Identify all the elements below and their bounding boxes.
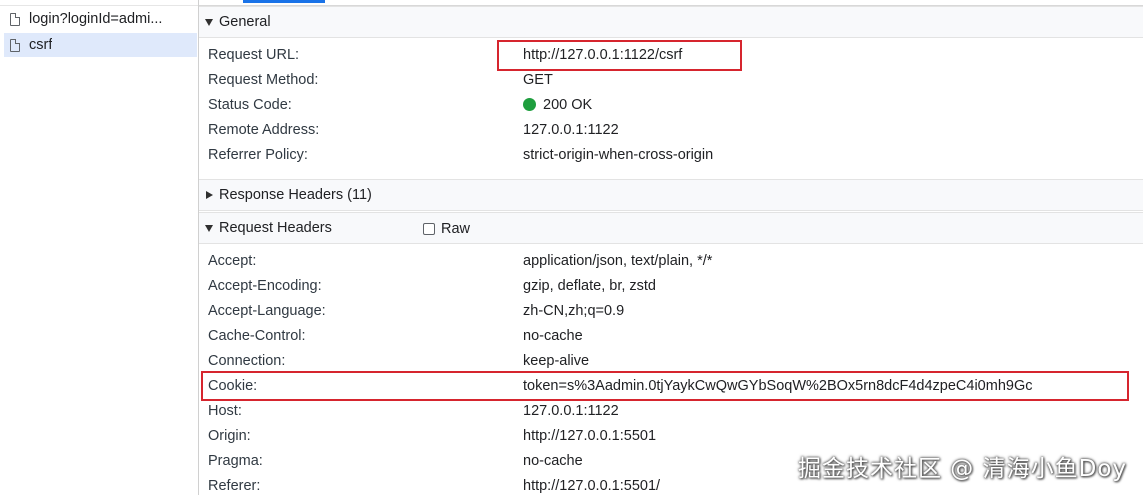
status-ok-icon: [523, 97, 536, 111]
header-value: application/json, text/plain, */*: [523, 252, 713, 269]
devtools-network-panel: login?loginId=admi... csrf General Reque…: [0, 0, 1143, 495]
request-header-row: Origin: http://127.0.0.1:5501: [199, 423, 1143, 448]
section-title: General: [219, 14, 271, 30]
general-row-status-code: Status Code: 200 OK: [199, 92, 1143, 117]
raw-checkbox[interactable]: [423, 223, 435, 235]
status-value: 200 OK: [523, 97, 592, 113]
watermark: 掘金技术社区 @ 清海小鱼Doy: [797, 456, 1127, 482]
section-response-headers-header[interactable]: Response Headers (11): [199, 179, 1143, 211]
active-tab-indicator: [243, 0, 325, 3]
highlight-box-cookie: [201, 371, 1129, 401]
expand-arrow-icon: [205, 18, 213, 26]
request-header-row: Connection: keep-alive: [199, 348, 1143, 373]
header-value: keep-alive: [523, 352, 590, 369]
header-key: Pragma:: [208, 452, 263, 469]
header-key: Remote Address:: [208, 121, 320, 138]
header-value: no-cache: [523, 452, 583, 469]
header-value: GET: [523, 71, 553, 88]
section-title: Request Headers: [219, 220, 332, 236]
expand-arrow-icon: [205, 224, 213, 232]
section-title: Response Headers (11): [219, 187, 372, 203]
header-value: no-cache: [523, 327, 583, 344]
header-key: Host:: [208, 402, 242, 419]
request-header-row: Accept-Language: zh-CN,zh;q=0.9: [199, 298, 1143, 323]
header-value: 127.0.0.1:1122: [523, 121, 619, 138]
header-key: Referer:: [208, 477, 261, 494]
document-icon: [10, 38, 20, 52]
header-key: Status Code:: [208, 96, 292, 113]
general-row-remote-address: Remote Address: 127.0.0.1:1122: [199, 117, 1143, 142]
header-value: 127.0.0.1:1122: [523, 402, 619, 419]
header-key: Accept-Encoding:: [208, 277, 322, 294]
headers-detail-pane: General Request URL: http://127.0.0.1:11…: [199, 0, 1143, 495]
raw-toggle[interactable]: Raw: [423, 221, 470, 237]
header-value: http://127.0.0.1:5501: [523, 427, 657, 444]
divider: [0, 5, 198, 6]
header-value: http://127.0.0.1:5501/: [523, 477, 661, 494]
request-header-row: Accept-Encoding: gzip, deflate, br, zstd: [199, 273, 1143, 298]
request-header-row: Host: 127.0.0.1:1122: [199, 398, 1143, 423]
general-row-referrer-policy: Referrer Policy: strict-origin-when-cros…: [199, 142, 1143, 167]
header-key: Connection:: [208, 352, 286, 369]
header-key: Origin:: [208, 427, 251, 444]
header-value: strict-origin-when-cross-origin: [523, 146, 714, 163]
header-key: Request Method:: [208, 71, 319, 88]
request-header-row: Cache-Control: no-cache: [199, 323, 1143, 348]
request-item-name: login?loginId=admi...: [29, 11, 163, 27]
header-key: Referrer Policy:: [208, 146, 308, 163]
collapse-arrow-icon: [206, 191, 213, 199]
request-item-csrf[interactable]: csrf: [4, 33, 197, 57]
section-request-headers-header[interactable]: Request Headers Raw: [199, 212, 1143, 244]
header-key: Accept-Language:: [208, 302, 326, 319]
raw-label: Raw: [441, 221, 471, 237]
request-item-login[interactable]: login?loginId=admi...: [4, 7, 197, 31]
header-key: Request URL:: [208, 46, 300, 63]
header-key: Accept:: [208, 252, 257, 269]
status-text: 200 OK: [543, 96, 593, 113]
document-icon: [10, 12, 20, 26]
header-key: Cache-Control:: [208, 327, 306, 344]
request-header-row: Accept: application/json, text/plain, */…: [199, 248, 1143, 273]
header-value: gzip, deflate, br, zstd: [523, 277, 656, 294]
request-item-name: csrf: [29, 37, 53, 53]
section-general-header[interactable]: General: [199, 6, 1143, 38]
header-value: zh-CN,zh;q=0.9: [523, 302, 625, 319]
request-list: login?loginId=admi... csrf: [0, 0, 199, 495]
highlight-box-request-url: [497, 40, 742, 71]
